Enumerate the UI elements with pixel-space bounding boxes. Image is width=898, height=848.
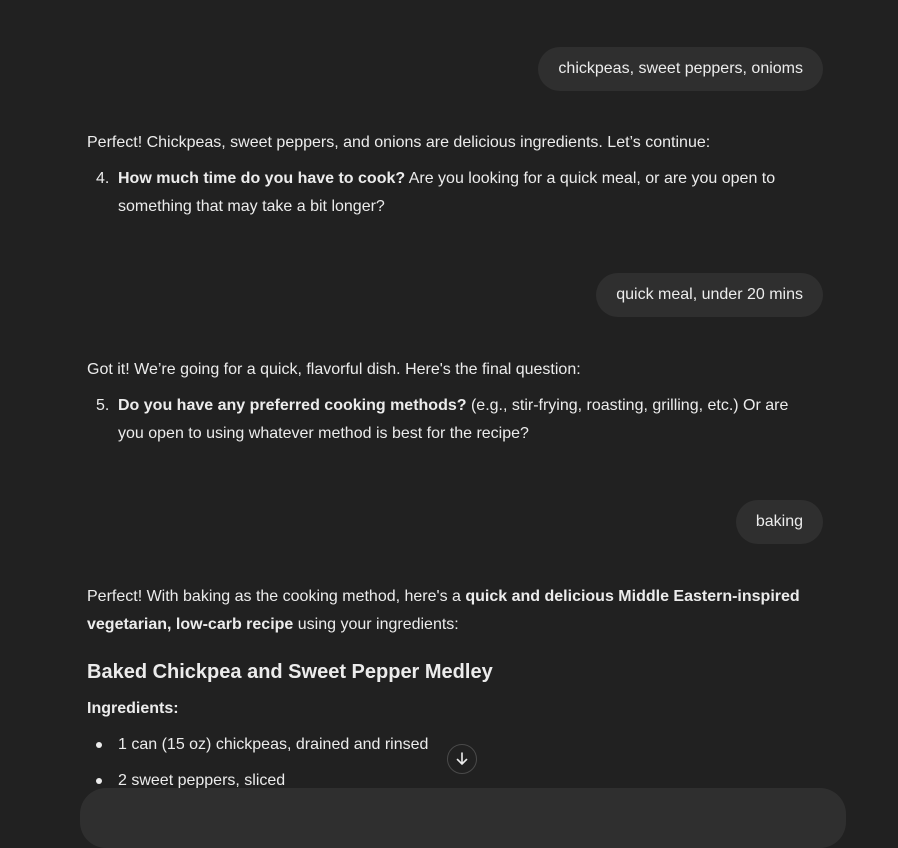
user-message: quick meal, under 20 mins [596,273,823,317]
intro-text: Perfect! With baking as the cooking meth… [87,588,466,605]
list-item: 1 can (15 oz) chickpeas, drained and rin… [87,731,428,759]
list-number: 4. [96,170,110,187]
list-item: 4. How much time do you have to cook? Ar… [87,165,807,221]
scroll-down-button[interactable] [447,744,477,774]
list-number: 5. [96,397,110,414]
question-bold: Do you have any preferred cooking method… [118,397,467,414]
assistant-message-text: Got it! We’re going for a quick, flavorf… [87,361,581,378]
assistant-message-text: Perfect! Chickpeas, sweet peppers, and o… [87,134,711,151]
list-item: 5. Do you have any preferred cooking met… [87,392,807,448]
intro-text-end: using your ingredients: [293,616,459,633]
user-message: baking [735,500,823,544]
ingredients-label: Ingredients: [87,700,179,717]
question-bold: How much time do you have to cook? [118,170,406,187]
assistant-message-text: Perfect! With baking as the cooking meth… [87,583,807,639]
ingredient-text: 1 can (15 oz) chickpeas, drained and rin… [118,736,429,753]
user-message-text: baking [755,513,803,530]
user-message: chickpeas, sweet peppers, onioms [538,47,823,91]
bullet-icon [87,731,118,759]
message-composer[interactable] [80,788,846,848]
user-message-text: quick meal, under 20 mins [616,286,803,303]
arrow-down-icon [456,752,468,765]
recipe-title: Baked Chickpea and Sweet Pepper Medley [87,661,493,683]
user-message-text: chickpeas, sweet peppers, onioms [558,60,803,77]
